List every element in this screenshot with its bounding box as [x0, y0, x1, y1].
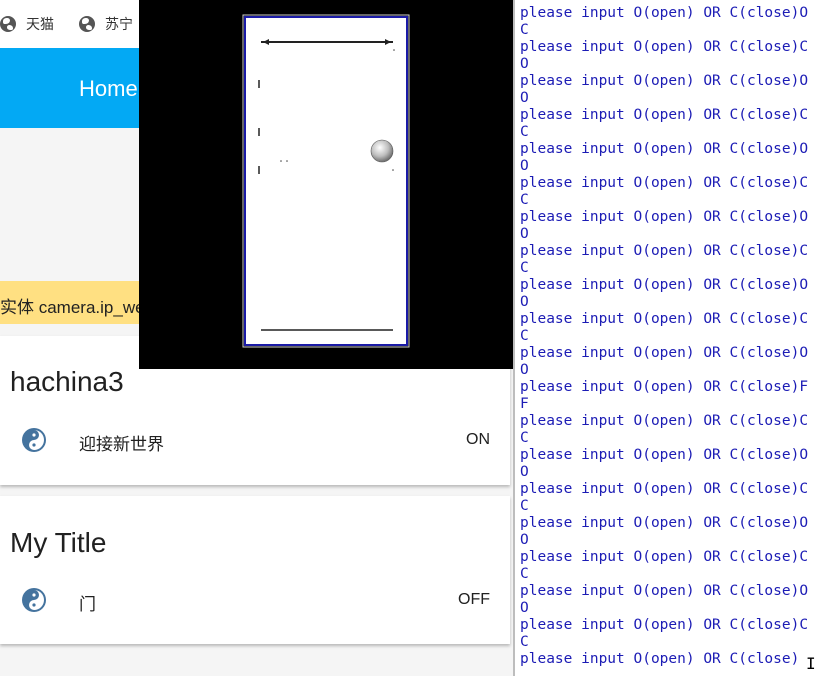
page-title: Home [79, 76, 138, 101]
console-line: please input O(open) OR C(close)O [520, 73, 809, 89]
entity-name[interactable]: 门 [79, 590, 96, 615]
entity-name[interactable]: 迎接新世界 [79, 430, 164, 455]
bookmark-suning[interactable]: 苏宁 [79, 14, 133, 34]
camera-preview-window [139, 0, 513, 369]
card-title: My Title [10, 527, 107, 558]
card-my-title: My Title 门 OFF [0, 496, 510, 644]
camera-frame [242, 14, 410, 348]
console-line: please input O(open) OR C(close)C [520, 549, 809, 565]
console-line: please input O(open) OR C(close)C [520, 243, 809, 259]
console-line: C [520, 124, 529, 140]
console-line: please input O(open) OR C(close)O [520, 583, 809, 599]
console-line: O [520, 464, 529, 480]
console-line: please input O(open) OR C(close)O [520, 5, 809, 21]
console-line: please input O(open) OR C(close)O [520, 209, 809, 225]
console-line: O [520, 294, 529, 310]
console-line: please input O(open) OR C(close)C [520, 481, 809, 497]
console-line: C [520, 498, 529, 514]
console-line: please input O(open) OR C(close)F [520, 379, 809, 395]
console-line: O [520, 362, 529, 378]
console-line: O [520, 532, 529, 548]
console-line: please input O(open) OR C(close)C [520, 617, 809, 633]
yin-yang-icon [22, 588, 46, 612]
console-line: C [520, 328, 529, 344]
console-line: O [520, 226, 529, 242]
console-line: please input O(open) OR C(close)C [520, 39, 809, 55]
console-line: please input O(open) OR C(close)O [520, 515, 809, 531]
console-line: C [520, 566, 529, 582]
console-line: C [520, 260, 529, 276]
console-line: C [520, 634, 529, 650]
console-line: F [520, 396, 529, 412]
bookmark-label: 苏宁 [105, 16, 133, 32]
console-line: please input O(open) OR C(close)O [520, 277, 809, 293]
console-line: C [520, 22, 529, 38]
console-line: C [520, 430, 529, 446]
console-output: 0please input O(open) OR C(close)OCpleas… [520, 0, 808, 668]
entity-state[interactable]: ON [466, 431, 490, 449]
bookmark-tmall[interactable]: 天猫 [0, 14, 54, 34]
console-line: please input O(open) OR C(close)O [520, 141, 809, 157]
globe-icon [0, 16, 16, 32]
console-line: please input O(open) OR C(close)C [520, 107, 809, 123]
entity-state[interactable]: OFF [458, 591, 490, 609]
console-window[interactable]: 0please input O(open) OR C(close)OCpleas… [513, 0, 824, 676]
console-line: please input O(open) OR C(close)O [520, 345, 809, 361]
card-title: hachina3 [10, 366, 124, 397]
console-line: O [520, 158, 529, 174]
warning-text: 实体 camera.ip_we [0, 298, 145, 317]
console-line: please input O(open) OR C(close)C [520, 175, 809, 191]
text-cursor-icon: I [806, 654, 816, 673]
console-line: please input O(open) OR C(close)C [520, 413, 809, 429]
console-line: please input O(open) OR C(close)C [520, 311, 809, 327]
console-line: C [520, 192, 529, 208]
console-line: O [520, 90, 529, 106]
globe-icon [79, 16, 95, 32]
yin-yang-icon [22, 428, 46, 452]
console-line: O [520, 600, 529, 616]
console-line: O [520, 56, 529, 72]
bookmark-label: 天猫 [26, 16, 54, 32]
console-line: please input O(open) OR C(close)O [520, 447, 809, 463]
console-line: please input O(open) OR C(close) [520, 651, 800, 667]
